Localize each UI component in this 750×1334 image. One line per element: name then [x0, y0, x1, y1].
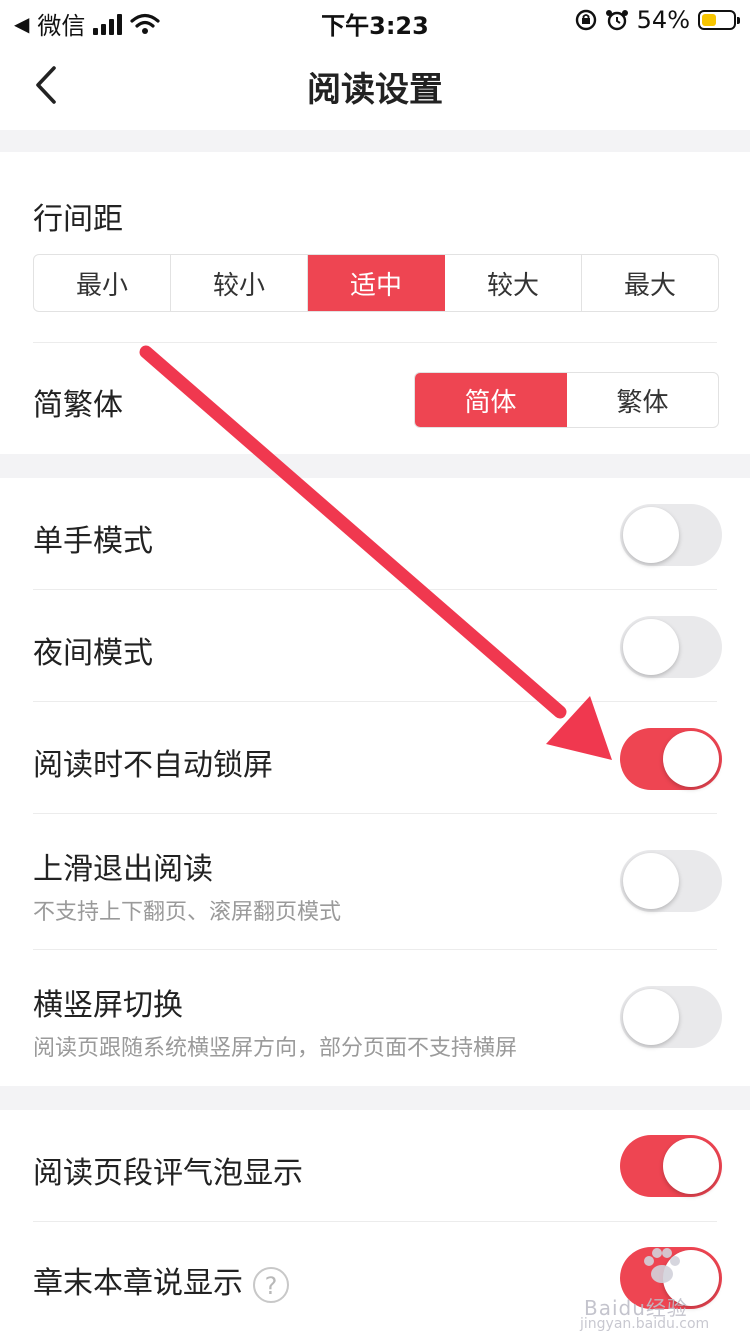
line-spacing-option-smallest[interactable]: 最小	[34, 255, 171, 311]
script-type-segmented-control: 简体 繁体	[414, 372, 719, 428]
battery-icon	[698, 10, 740, 30]
layout-section: 行间距 最小 较小 适中 较大 最大 简繁体 简体 繁体	[0, 152, 750, 454]
toggle-sublabel-swipe-up-exit: 不支持上下翻页、滚屏翻页模式	[33, 900, 342, 925]
chapter-comments-text: 章末本章说显示	[33, 1266, 243, 1301]
toggle-label-swipe-up-exit: 上滑退出阅读	[33, 852, 213, 887]
divider	[33, 701, 717, 702]
toggle-label-orientation-switch: 横竖屏切换	[33, 988, 183, 1023]
mode-toggles-section: 单手模式 夜间模式 阅读时不自动锁屏 上滑退出阅读 不支持上下翻页、滚屏翻页模式…	[0, 478, 750, 1086]
toggle-label-night-mode: 夜间模式	[33, 636, 153, 671]
line-spacing-option-medium[interactable]: 适中	[308, 255, 445, 311]
no-auto-lock-toggle[interactable]	[620, 728, 722, 790]
status-bar: ◀ 微信 下午3:23 54%	[0, 0, 750, 40]
rotation-lock-icon	[575, 9, 596, 31]
line-spacing-option-large[interactable]: 较大	[445, 255, 582, 311]
comment-bubbles-toggle[interactable]	[620, 1135, 722, 1197]
toggle-label-chapter-comments: 章末本章说显示?	[33, 1258, 289, 1303]
battery-percent: 54%	[636, 6, 690, 34]
line-spacing-option-small[interactable]: 较小	[171, 255, 308, 311]
line-spacing-segmented-control: 最小 较小 适中 较大 最大	[33, 254, 719, 312]
divider	[33, 342, 717, 343]
divider	[33, 589, 717, 590]
baidu-jingyan-watermark: Baidu经验 jingyan.baidu.com	[580, 1240, 730, 1332]
script-type-label: 简繁体	[33, 388, 123, 423]
page-title: 阅读设置	[307, 70, 443, 110]
toggle-label-no-auto-lock: 阅读时不自动锁屏	[33, 748, 273, 783]
paw-logo-icon	[644, 1248, 680, 1283]
toggle-label-one-hand-mode: 单手模式	[33, 524, 153, 559]
help-icon[interactable]: ?	[253, 1266, 289, 1303]
toggle-knob	[623, 989, 679, 1045]
divider	[33, 949, 717, 950]
toggle-sublabel-orientation-switch: 阅读页跟随系统横竖屏方向，部分页面不支持横屏	[33, 1036, 518, 1061]
alarm-icon	[605, 10, 628, 31]
toggle-knob	[623, 853, 679, 909]
script-option-simplified[interactable]: 简体	[415, 373, 567, 427]
toggle-knob	[623, 619, 679, 675]
divider	[33, 813, 717, 814]
orientation-switch-toggle[interactable]	[620, 986, 722, 1048]
night-mode-toggle[interactable]	[620, 616, 722, 678]
swipe-up-exit-toggle[interactable]	[620, 850, 722, 912]
nav-bar: 阅读设置	[0, 40, 750, 130]
status-right: 54%	[575, 6, 740, 34]
reading-settings-screen: ◀ 微信 下午3:23 54% 阅读设置 行间距 最小 较小 适中 较大 最大 …	[0, 0, 750, 1334]
watermark-site: jingyan.baidu.com	[580, 1316, 710, 1332]
toggle-label-comment-bubbles: 阅读页段评气泡显示	[33, 1156, 303, 1191]
line-spacing-option-largest[interactable]: 最大	[582, 255, 718, 311]
line-spacing-label: 行间距	[33, 202, 123, 237]
toggle-knob	[623, 507, 679, 563]
toggle-knob	[663, 731, 719, 787]
divider	[33, 1221, 717, 1222]
one-hand-mode-toggle[interactable]	[620, 504, 722, 566]
script-option-traditional[interactable]: 繁体	[567, 373, 718, 427]
toggle-knob	[663, 1138, 719, 1194]
